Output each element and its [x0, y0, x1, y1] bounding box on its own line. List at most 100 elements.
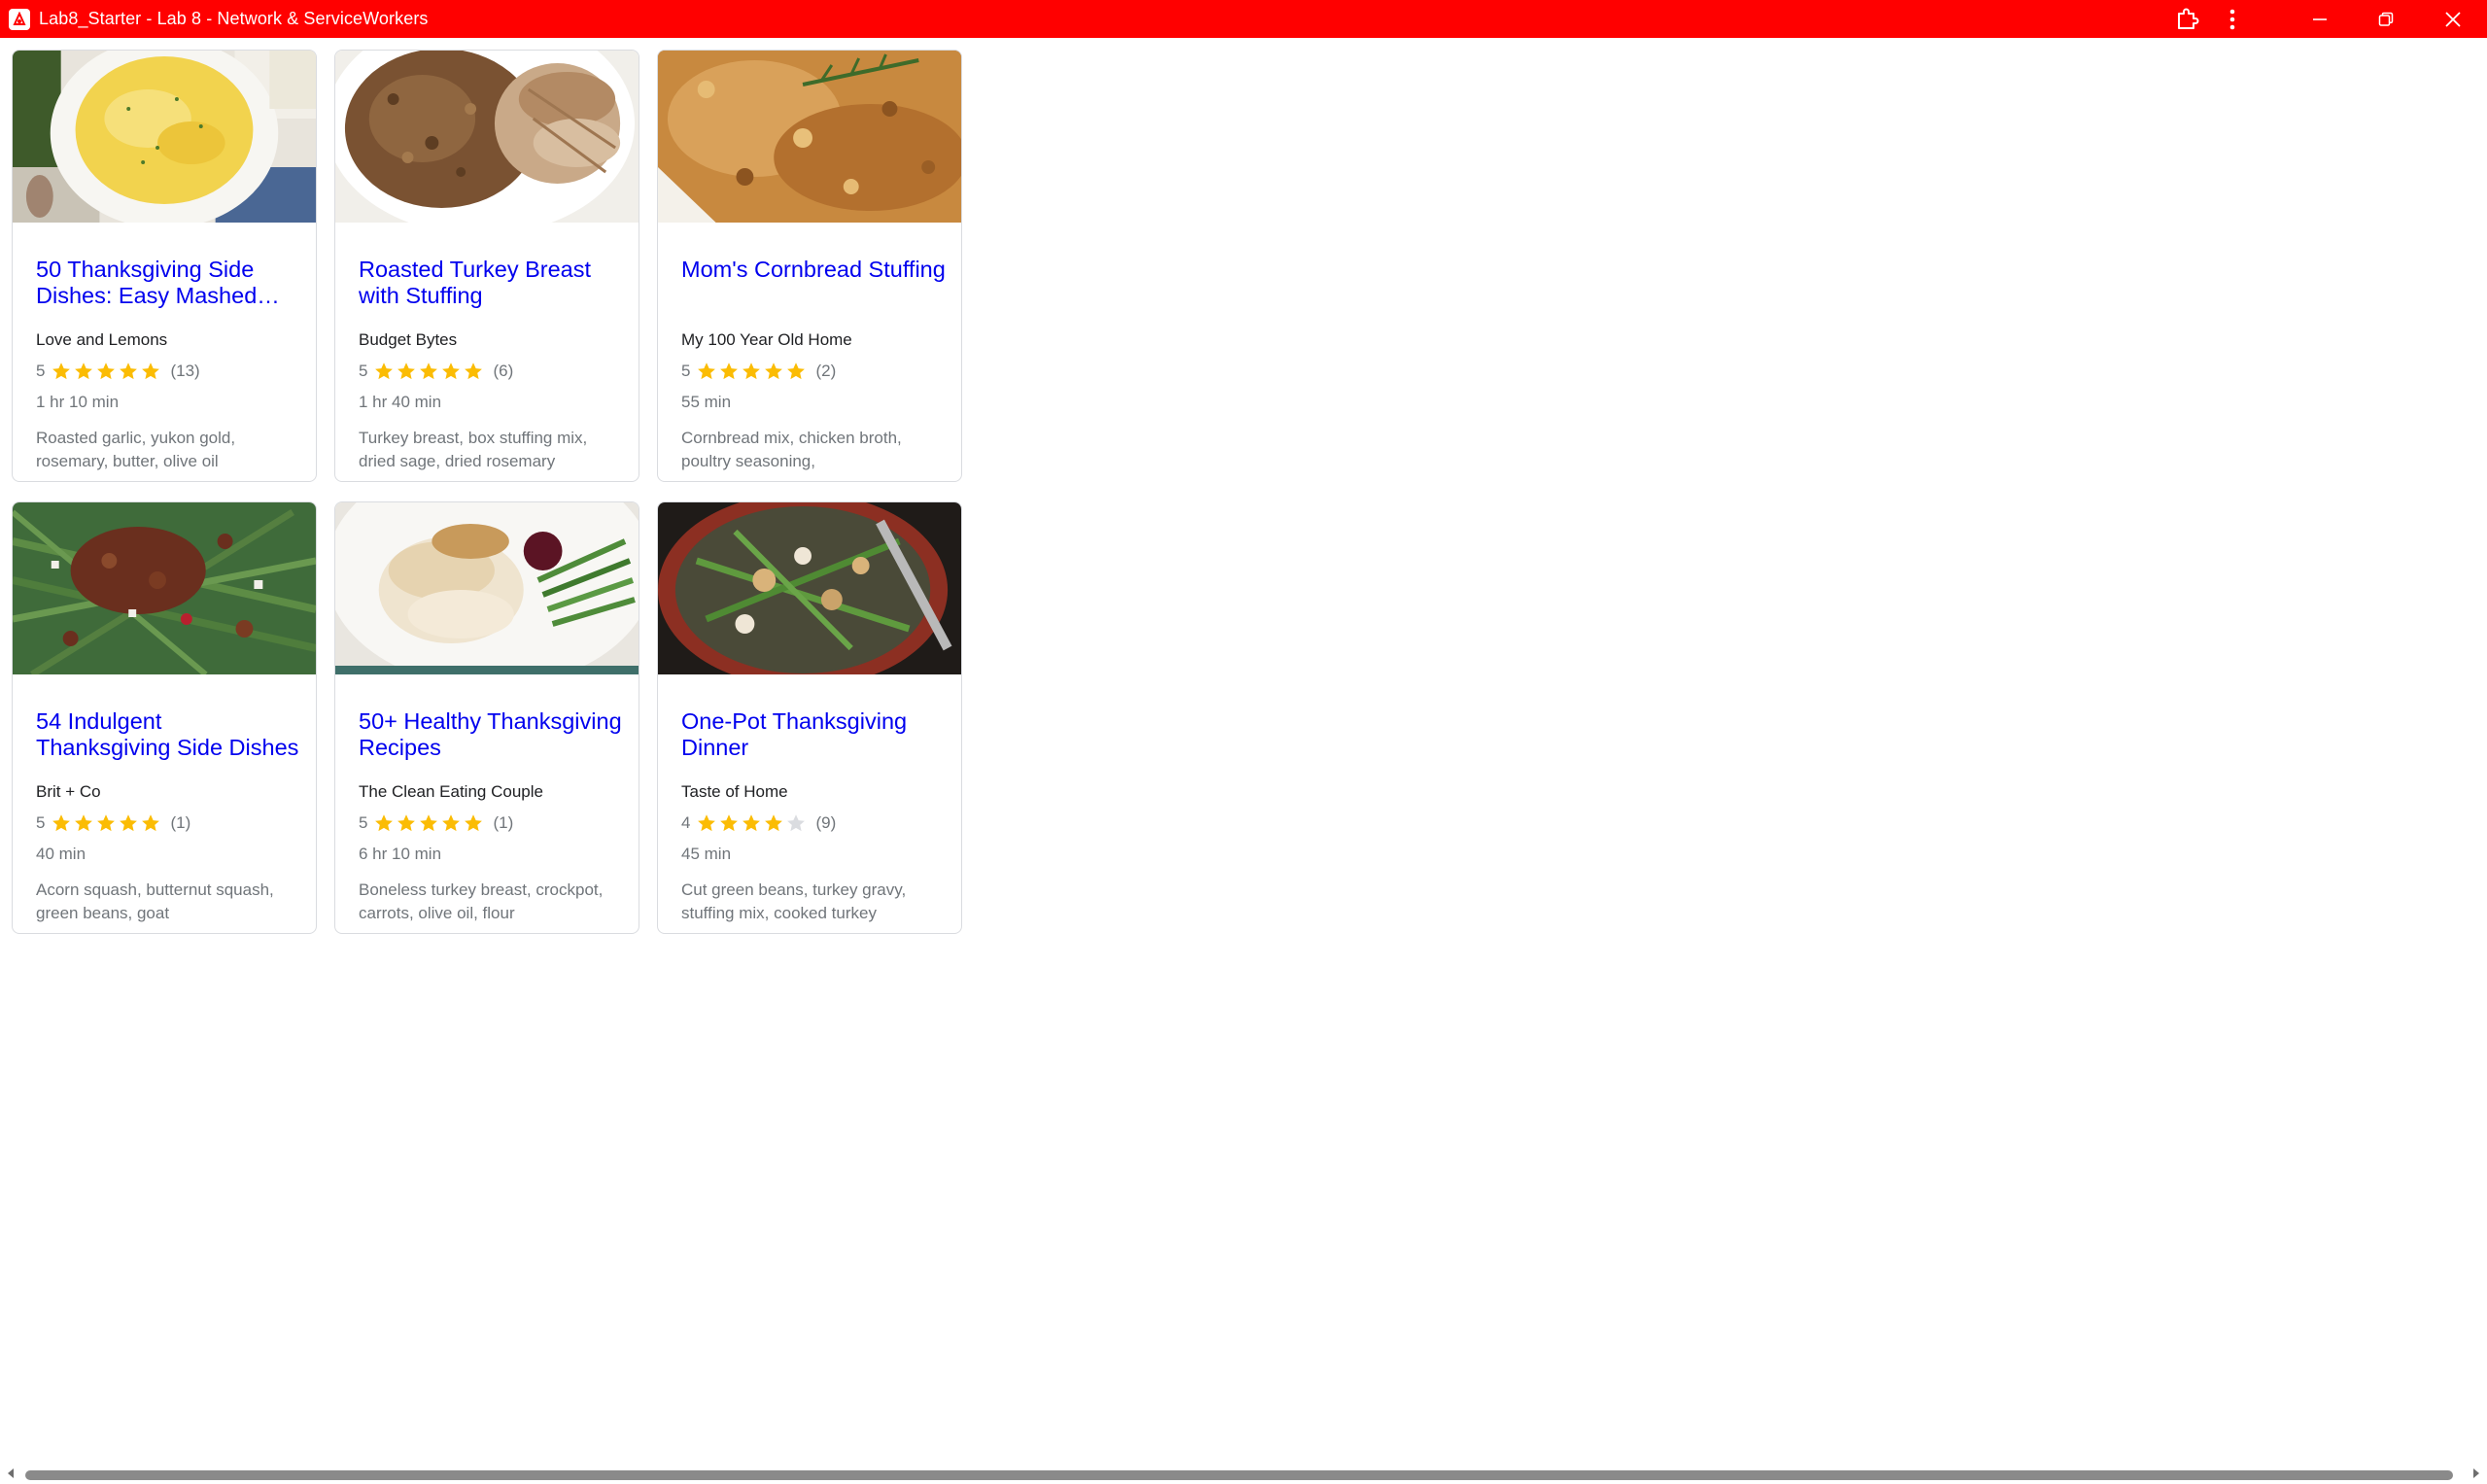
recipe-ingredients: Cornbread mix, chicken broth, poultry se… — [681, 429, 902, 470]
recipe-organization: Budget Bytes — [359, 330, 458, 349]
star-rating — [51, 812, 162, 834]
recipe-rating: 5 (2) — [681, 360, 836, 383]
puzzle-icon — [2174, 7, 2199, 32]
extensions-button[interactable] — [2164, 0, 2209, 38]
recipe-rating: 5 (6) — [359, 360, 513, 383]
recipe-title-link[interactable]: 50 Thanksgiving Side Dishes: Easy Mashed… — [36, 257, 300, 309]
restore-icon — [2378, 12, 2394, 27]
recipe-title-link[interactable]: 54 Indulgent Thanksgiving Side Dishes — [36, 708, 300, 761]
star-rating — [696, 361, 808, 382]
rating-value: 5 — [359, 362, 368, 380]
star-rating — [373, 812, 485, 834]
star-icon — [420, 362, 438, 380]
scroll-right-button[interactable] — [2468, 1467, 2485, 1484]
star-icon — [720, 362, 739, 380]
recipe-time: 55 min — [681, 393, 732, 411]
rating-value: 5 — [36, 813, 46, 832]
review-count: (1) — [493, 813, 514, 832]
scroll-left-button[interactable] — [2, 1467, 19, 1484]
recipe-thumbnail — [335, 51, 639, 223]
rating-value: 5 — [36, 362, 46, 380]
star-icon — [52, 814, 71, 832]
star-icon — [465, 814, 483, 832]
star-icon — [397, 814, 416, 832]
recipe-rating: 5 (1) — [359, 811, 513, 835]
rating-value: 4 — [681, 813, 691, 832]
close-icon — [2444, 11, 2462, 28]
horizontal-scrollbar[interactable] — [0, 1467, 2487, 1484]
kebab-menu-icon — [2229, 9, 2235, 30]
recipe-card[interactable]: Mom's Cornbread Stuffing My 100 Year Old… — [657, 50, 962, 482]
star-icon — [787, 814, 806, 832]
recipe-title-link[interactable]: One-Pot Thanksgiving Dinner — [681, 708, 946, 761]
recipe-time: 1 hr 40 min — [359, 393, 442, 411]
recipe-ingredients: Acorn squash, butternut squash, green be… — [36, 880, 274, 922]
star-icon — [442, 362, 461, 380]
recipe-time: 1 hr 10 min — [36, 393, 120, 411]
app-logo-icon — [9, 8, 30, 30]
recipe-title-link[interactable]: 50+ Healthy Thanksgiving Recipes — [359, 708, 623, 761]
review-count: (9) — [815, 813, 837, 832]
recipe-time: 40 min — [36, 845, 86, 863]
star-icon — [698, 362, 716, 380]
star-icon — [142, 814, 160, 832]
recipe-rating: 4 (9) — [681, 811, 836, 835]
recipe-title-link[interactable]: Mom's Cornbread Stuffing — [681, 257, 946, 283]
recipe-title-link[interactable]: Roasted Turkey Breast with Stuffing — [359, 257, 623, 309]
recipe-thumbnail — [13, 51, 316, 223]
rating-value: 5 — [359, 813, 368, 832]
star-icon — [97, 814, 116, 832]
recipe-grid: 50 Thanksgiving Side Dishes: Easy Mashed… — [0, 38, 2487, 1467]
recipe-ingredients: Cut green beans, turkey gravy, stuffing … — [681, 880, 907, 922]
review-count: (1) — [170, 813, 191, 832]
review-count: (13) — [170, 362, 200, 380]
recipe-thumbnail — [335, 502, 639, 674]
recipe-card[interactable]: 50 Thanksgiving Side Dishes: Easy Mashed… — [12, 50, 317, 482]
star-icon — [52, 362, 71, 380]
recipe-card[interactable]: 50+ Healthy Thanksgiving Recipes The Cle… — [334, 501, 639, 934]
recipe-card[interactable]: One-Pot Thanksgiving Dinner Taste of Hom… — [657, 501, 962, 934]
star-icon — [787, 362, 806, 380]
recipe-time: 6 hr 10 min — [359, 845, 442, 863]
star-rating — [696, 812, 808, 834]
recipe-card[interactable]: 54 Indulgent Thanksgiving Side Dishes Br… — [12, 501, 317, 934]
recipe-thumbnail — [13, 502, 316, 674]
recipe-organization: The Clean Eating Couple — [359, 782, 543, 801]
star-icon — [765, 814, 783, 832]
star-icon — [375, 362, 394, 380]
minimize-button[interactable] — [2287, 0, 2353, 38]
star-icon — [397, 362, 416, 380]
scrollbar-thumb[interactable] — [25, 1470, 2453, 1480]
triangle-right-icon — [2471, 1467, 2481, 1484]
star-icon — [420, 814, 438, 832]
star-icon — [765, 362, 783, 380]
rating-value: 5 — [681, 362, 691, 380]
star-icon — [743, 814, 761, 832]
star-icon — [97, 362, 116, 380]
star-icon — [375, 814, 394, 832]
browser-menu-button[interactable] — [2221, 0, 2244, 38]
star-icon — [120, 814, 138, 832]
star-icon — [142, 362, 160, 380]
star-icon — [465, 362, 483, 380]
star-icon — [720, 814, 739, 832]
recipe-organization: Brit + Co — [36, 782, 101, 801]
star-icon — [75, 362, 93, 380]
recipe-organization: Taste of Home — [681, 782, 788, 801]
recipe-ingredients: Turkey breast, box stuffing mix, dried s… — [359, 429, 588, 470]
review-count: (6) — [493, 362, 514, 380]
close-button[interactable] — [2419, 0, 2487, 38]
minimize-icon — [2312, 12, 2328, 27]
recipe-ingredients: Roasted garlic, yukon gold, rosemary, bu… — [36, 429, 236, 470]
star-rating — [51, 361, 162, 382]
review-count: (2) — [815, 362, 837, 380]
recipe-organization: Love and Lemons — [36, 330, 168, 349]
window-titlebar[interactable]: Lab8_Starter - Lab 8 - Network & Service… — [0, 0, 2487, 38]
window-title: Lab8_Starter - Lab 8 - Network & Service… — [39, 9, 429, 28]
recipe-thumbnail — [658, 51, 961, 223]
restore-button[interactable] — [2353, 0, 2419, 38]
star-icon — [75, 814, 93, 832]
star-icon — [743, 362, 761, 380]
recipe-card[interactable]: Roasted Turkey Breast with Stuffing Budg… — [334, 50, 639, 482]
recipe-rating: 5 (1) — [36, 811, 190, 835]
